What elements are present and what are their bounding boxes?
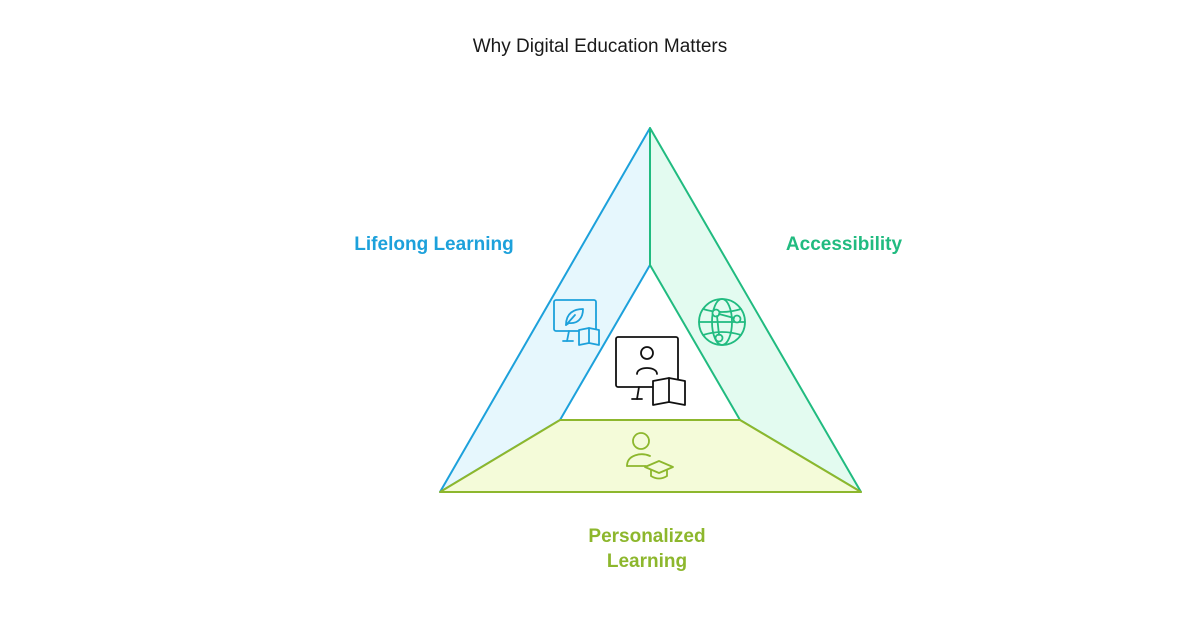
label-line: Lifelong Learning — [354, 234, 514, 255]
label-line: Learning — [606, 551, 688, 572]
label-personalized-learning: Personalized Learning — [547, 524, 747, 574]
label-lifelong-learning: Lifelong Learning — [334, 232, 534, 257]
monitor-person-book-icon — [615, 336, 686, 406]
label-line: Accessibility — [785, 234, 903, 255]
label-line: Personalized — [588, 526, 706, 547]
label-accessibility: Accessibility — [744, 232, 944, 257]
